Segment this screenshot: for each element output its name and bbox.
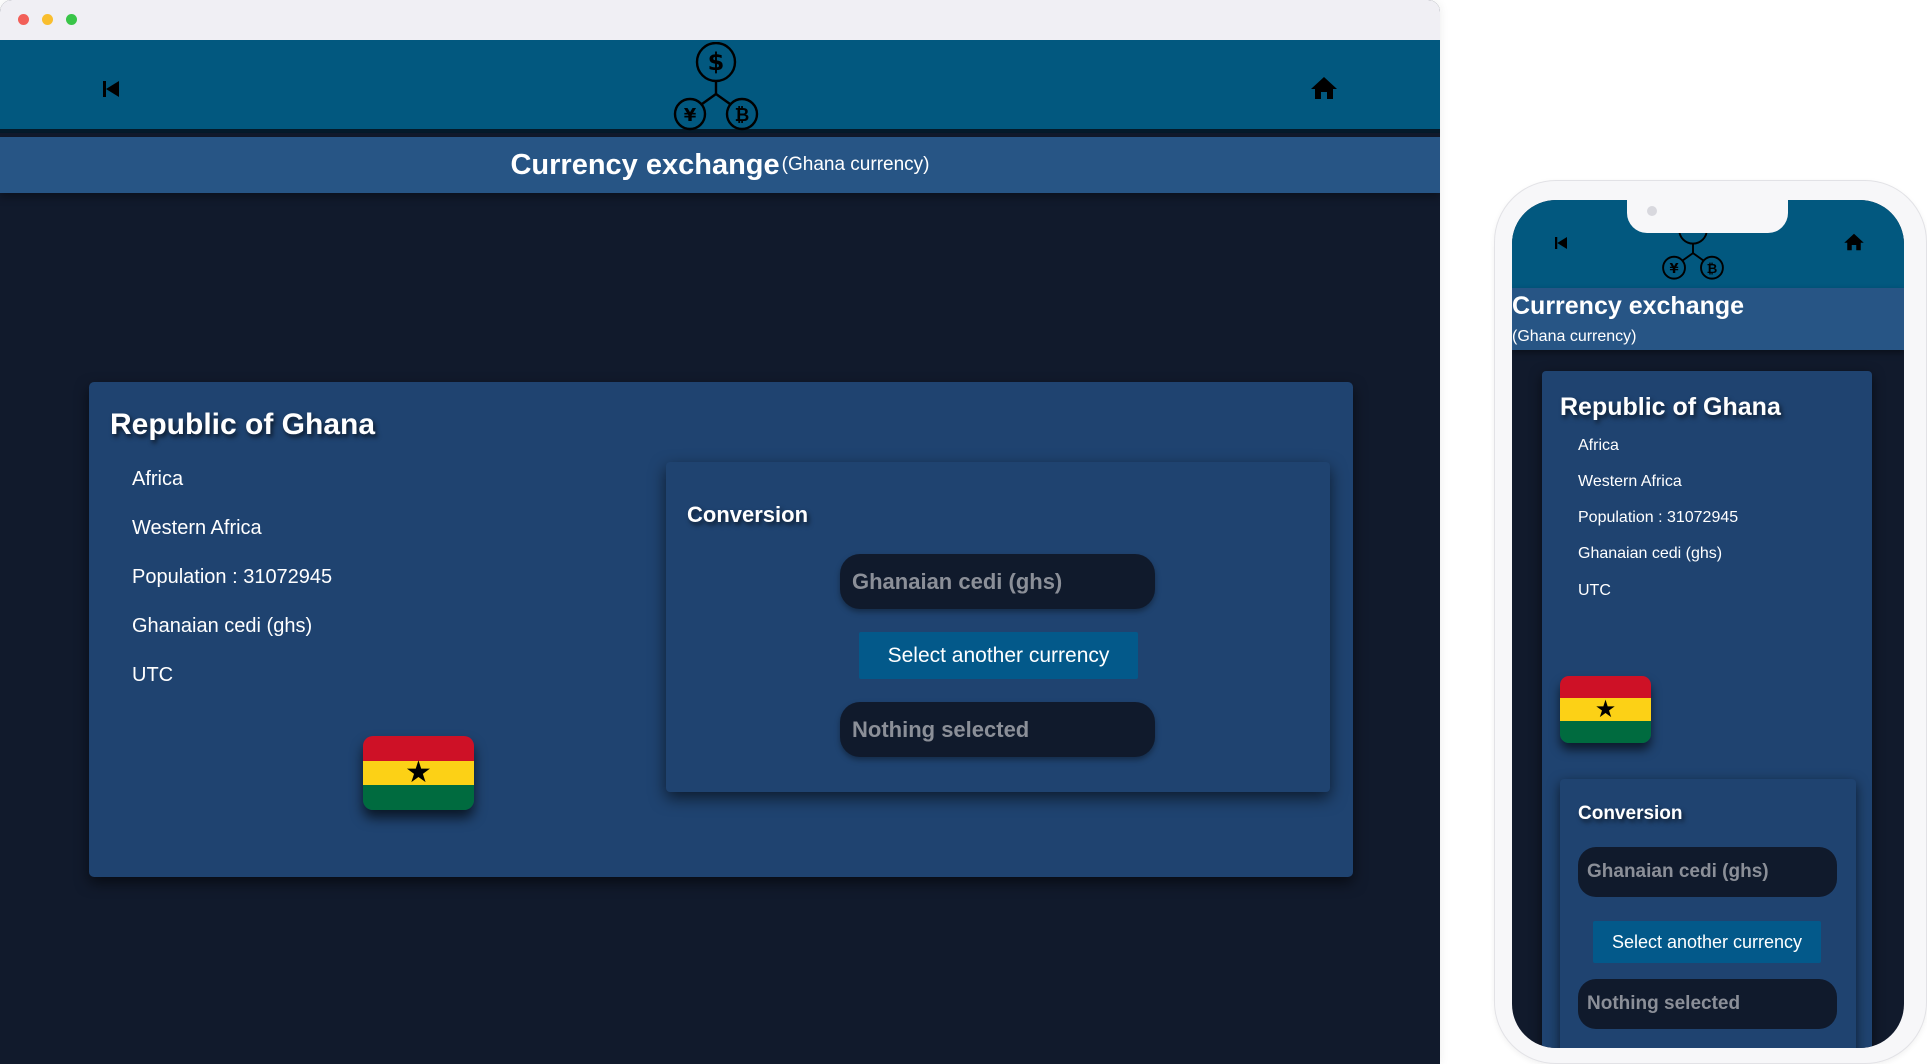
desktop-window: $ ¥ ₿ Currency exchange (Ghana currency)… (0, 0, 1440, 1064)
country-population: Population : 31072945 (1578, 509, 1739, 526)
from-currency-field[interactable]: Ghanaian cedi (ghs) (1578, 847, 1837, 897)
svg-text:₿: ₿ (1707, 262, 1718, 277)
from-currency-field[interactable]: Ghanaian cedi (ghs) (840, 554, 1155, 609)
svg-text:$: $ (708, 48, 725, 76)
country-subregion: Western Africa (132, 517, 262, 539)
mobile-top-navbar: ¥ ₿ (1512, 200, 1904, 288)
svg-text:¥: ¥ (684, 105, 697, 126)
page-title: Currency exchange (510, 148, 780, 181)
top-navbar: $ ¥ ₿ (0, 40, 1440, 133)
flag-star-icon: ★ (405, 756, 432, 789)
conversion-title: Conversion (1578, 803, 1683, 824)
window-minimize-button[interactable] (42, 14, 53, 25)
home-icon[interactable] (1310, 74, 1338, 102)
to-currency-field[interactable]: Nothing selected (840, 702, 1155, 757)
country-card: Republic of Ghana Africa Western Africa … (1542, 371, 1872, 1048)
ghana-flag: ★ (363, 736, 474, 810)
page-title: Currency exchange (1512, 292, 1745, 320)
currency-exchange-logo-icon: $ ¥ ₿ (668, 42, 764, 132)
skip-back-icon[interactable] (98, 76, 124, 102)
country-currency: Ghanaian cedi (ghs) (1578, 545, 1723, 562)
select-currency-button[interactable]: Select another currency (1593, 921, 1821, 963)
browser-chrome (0, 0, 1440, 40)
country-subregion: Western Africa (1578, 473, 1682, 490)
phone-notch (1627, 200, 1788, 233)
page-subtitle: (Ghana currency) (781, 154, 930, 175)
country-currency: Ghanaian cedi (ghs) (132, 615, 313, 637)
to-currency-field[interactable]: Nothing selected (1578, 979, 1837, 1029)
window-maximize-button[interactable] (66, 14, 77, 25)
country-name: Republic of Ghana (1560, 393, 1781, 421)
country-population: Population : 31072945 (132, 566, 333, 588)
page-subtitle: (Ghana currency) (1512, 328, 1637, 345)
flag-star-icon: ★ (1594, 695, 1617, 723)
ghana-flag: ★ (1560, 676, 1651, 743)
conversion-panel: Conversion Ghanaian cedi (ghs) Select an… (666, 462, 1330, 792)
country-region: Africa (132, 468, 184, 490)
mobile-title-bar: Currency exchange (Ghana currency) (1512, 288, 1904, 350)
country-timezone: UTC (1578, 582, 1611, 599)
select-currency-button[interactable]: Select another currency (859, 632, 1138, 679)
country-timezone: UTC (132, 664, 174, 686)
camera-icon (1647, 206, 1657, 216)
svg-text:¥: ¥ (1669, 262, 1678, 277)
phone-screen: ¥ ₿ Currency exchange (Ghana currency) R… (1512, 200, 1904, 1048)
country-name: Republic of Ghana (110, 408, 376, 441)
home-icon[interactable] (1844, 232, 1864, 252)
conversion-panel: Conversion Ghanaian cedi (ghs) Select an… (1560, 779, 1856, 1048)
page-title-bar: Currency exchange (Ghana currency) (0, 137, 1440, 193)
window-close-button[interactable] (18, 14, 29, 25)
conversion-title: Conversion (687, 502, 809, 527)
country-region: Africa (1578, 437, 1619, 454)
country-card: Republic of Ghana Africa Western Africa … (89, 382, 1353, 877)
svg-text:₿: ₿ (735, 105, 750, 126)
skip-back-icon[interactable] (1552, 234, 1570, 252)
